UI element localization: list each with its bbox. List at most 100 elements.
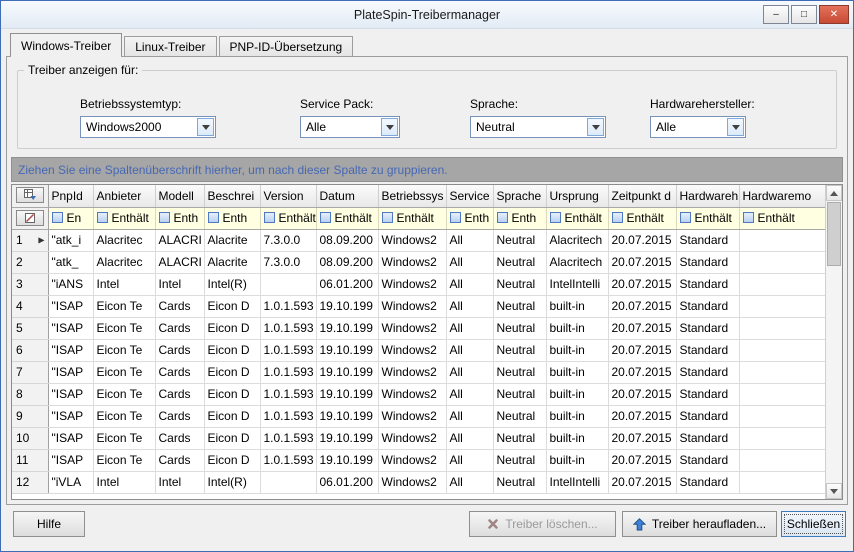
cell-hardwaremo[interactable] bbox=[739, 361, 825, 383]
cell-beschrei[interactable]: Eicon D bbox=[204, 427, 260, 449]
cell-zeitpunkt-d[interactable]: 20.07.2015 bbox=[608, 339, 676, 361]
cell-zeitpunkt-d[interactable]: 20.07.2015 bbox=[608, 251, 676, 273]
cell-hardwareh[interactable]: Standard bbox=[676, 361, 739, 383]
cell-betriebssys[interactable]: Windows2 bbox=[378, 361, 446, 383]
cell-zeitpunkt-d[interactable]: 20.07.2015 bbox=[608, 405, 676, 427]
filter-cell-datum[interactable]: Enthält bbox=[316, 207, 378, 229]
cell-service[interactable]: All bbox=[446, 427, 493, 449]
cell-anbieter[interactable]: Eicon Te bbox=[93, 317, 155, 339]
row-header-10[interactable]: 10 bbox=[12, 427, 48, 449]
cell-hardwaremo[interactable] bbox=[739, 229, 825, 251]
cell-version[interactable] bbox=[260, 273, 316, 295]
filter-condition-icon[interactable] bbox=[450, 212, 461, 223]
cell-datum[interactable]: 19.10.199 bbox=[316, 383, 378, 405]
row-header-9[interactable]: 9 bbox=[12, 405, 48, 427]
cell-pnpid[interactable]: "ISAP bbox=[48, 317, 93, 339]
cell-hardwareh[interactable]: Standard bbox=[676, 471, 739, 493]
cell-hardwareh[interactable]: Standard bbox=[676, 251, 739, 273]
cell-hardwaremo[interactable] bbox=[739, 471, 825, 493]
cell-version[interactable]: 1.0.1.593 bbox=[260, 405, 316, 427]
cell-beschrei[interactable]: Alacrite bbox=[204, 229, 260, 251]
cell-betriebssys[interactable]: Windows2 bbox=[378, 471, 446, 493]
cell-modell[interactable]: Cards bbox=[155, 295, 204, 317]
filter-condition-icon[interactable] bbox=[382, 212, 393, 223]
filter-cell-anbieter[interactable]: Enthält bbox=[93, 207, 155, 229]
cell-anbieter[interactable]: Intel bbox=[93, 471, 155, 493]
filter-cell-sprache[interactable]: Enth bbox=[493, 207, 546, 229]
cell-sprache[interactable]: Neutral bbox=[493, 229, 546, 251]
cell-version[interactable]: 1.0.1.593 bbox=[260, 427, 316, 449]
row-header-1[interactable]: 1▶ bbox=[12, 229, 48, 251]
filter-cell-version[interactable]: Enthält bbox=[260, 207, 316, 229]
column-chooser-button[interactable] bbox=[16, 187, 44, 203]
cell-version[interactable]: 1.0.1.593 bbox=[260, 317, 316, 339]
cell-anbieter[interactable]: Alacritec bbox=[93, 251, 155, 273]
cell-version[interactable]: 1.0.1.593 bbox=[260, 295, 316, 317]
upload-driver-button[interactable]: Treiber heraufladen... bbox=[622, 511, 777, 537]
cell-datum[interactable]: 19.10.199 bbox=[316, 317, 378, 339]
cell-modell[interactable]: Cards bbox=[155, 317, 204, 339]
hardware-vendor-select[interactable]: Alle bbox=[650, 116, 746, 138]
title-bar[interactable]: PlateSpin-Treibermanager – □ ✕ bbox=[1, 1, 853, 29]
cell-datum[interactable]: 19.10.199 bbox=[316, 405, 378, 427]
cell-anbieter[interactable]: Eicon Te bbox=[93, 361, 155, 383]
clear-filter-button[interactable] bbox=[16, 210, 44, 226]
cell-hardwareh[interactable]: Standard bbox=[676, 317, 739, 339]
cell-service[interactable]: All bbox=[446, 405, 493, 427]
cell-pnpid[interactable]: "iANS bbox=[48, 273, 93, 295]
cell-service[interactable]: All bbox=[446, 273, 493, 295]
filter-cell-beschrei[interactable]: Enth bbox=[204, 207, 260, 229]
row-header-5[interactable]: 5 bbox=[12, 317, 48, 339]
cell-zeitpunkt-d[interactable]: 20.07.2015 bbox=[608, 295, 676, 317]
cell-version[interactable]: 7.3.0.0 bbox=[260, 251, 316, 273]
chevron-down-icon[interactable] bbox=[381, 118, 398, 136]
cell-hardwaremo[interactable] bbox=[739, 251, 825, 273]
filter-condition-icon[interactable] bbox=[264, 212, 275, 223]
filter-cell-ursprung[interactable]: Enthält bbox=[546, 207, 608, 229]
cell-pnpid[interactable]: "ISAP bbox=[48, 295, 93, 317]
filter-condition-icon[interactable] bbox=[743, 212, 754, 223]
language-select[interactable]: Neutral bbox=[470, 116, 606, 138]
cell-hardwaremo[interactable] bbox=[739, 405, 825, 427]
row-header-3[interactable]: 3 bbox=[12, 273, 48, 295]
cell-pnpid[interactable]: "ISAP bbox=[48, 427, 93, 449]
filter-cell-betriebssys[interactable]: Enthält bbox=[378, 207, 446, 229]
cell-modell[interactable]: ALACRI bbox=[155, 251, 204, 273]
cell-version[interactable]: 1.0.1.593 bbox=[260, 449, 316, 471]
cell-pnpid[interactable]: "atk_i bbox=[48, 229, 93, 251]
cell-datum[interactable]: 19.10.199 bbox=[316, 427, 378, 449]
cell-pnpid[interactable]: "ISAP bbox=[48, 405, 93, 427]
cell-version[interactable]: 7.3.0.0 bbox=[260, 229, 316, 251]
filter-condition-icon[interactable] bbox=[97, 212, 108, 223]
cell-hardwareh[interactable]: Standard bbox=[676, 449, 739, 471]
cell-modell[interactable]: Cards bbox=[155, 383, 204, 405]
cell-betriebssys[interactable]: Windows2 bbox=[378, 383, 446, 405]
scrollbar-thumb[interactable] bbox=[827, 202, 841, 266]
cell-ursprung[interactable]: built-in bbox=[546, 449, 608, 471]
cell-service[interactable]: All bbox=[446, 383, 493, 405]
filter-cell-service[interactable]: Enth bbox=[446, 207, 493, 229]
cell-ursprung[interactable]: built-in bbox=[546, 427, 608, 449]
cell-sprache[interactable]: Neutral bbox=[493, 273, 546, 295]
filter-condition-icon[interactable] bbox=[612, 212, 623, 223]
row-header-4[interactable]: 4 bbox=[12, 295, 48, 317]
cell-ursprung[interactable]: built-in bbox=[546, 361, 608, 383]
cell-anbieter[interactable]: Eicon Te bbox=[93, 405, 155, 427]
cell-beschrei[interactable]: Alacrite bbox=[204, 251, 260, 273]
minimize-button[interactable]: – bbox=[763, 5, 789, 24]
group-by-bar[interactable]: Ziehen Sie eine Spaltenüberschrift hierh… bbox=[11, 157, 843, 182]
cell-sprache[interactable]: Neutral bbox=[493, 251, 546, 273]
cell-betriebssys[interactable]: Windows2 bbox=[378, 273, 446, 295]
cell-betriebssys[interactable]: Windows2 bbox=[378, 449, 446, 471]
row-header-6[interactable]: 6 bbox=[12, 339, 48, 361]
cell-service[interactable]: All bbox=[446, 251, 493, 273]
cell-datum[interactable]: 08.09.200 bbox=[316, 251, 378, 273]
cell-datum[interactable]: 19.10.199 bbox=[316, 361, 378, 383]
cell-pnpid[interactable]: "ISAP bbox=[48, 449, 93, 471]
cell-hardwareh[interactable]: Standard bbox=[676, 229, 739, 251]
filter-cell-pnpid[interactable]: En bbox=[48, 207, 93, 229]
cell-sprache[interactable]: Neutral bbox=[493, 449, 546, 471]
cell-modell[interactable]: Cards bbox=[155, 449, 204, 471]
cell-hardwaremo[interactable] bbox=[739, 273, 825, 295]
cell-hardwareh[interactable]: Standard bbox=[676, 427, 739, 449]
